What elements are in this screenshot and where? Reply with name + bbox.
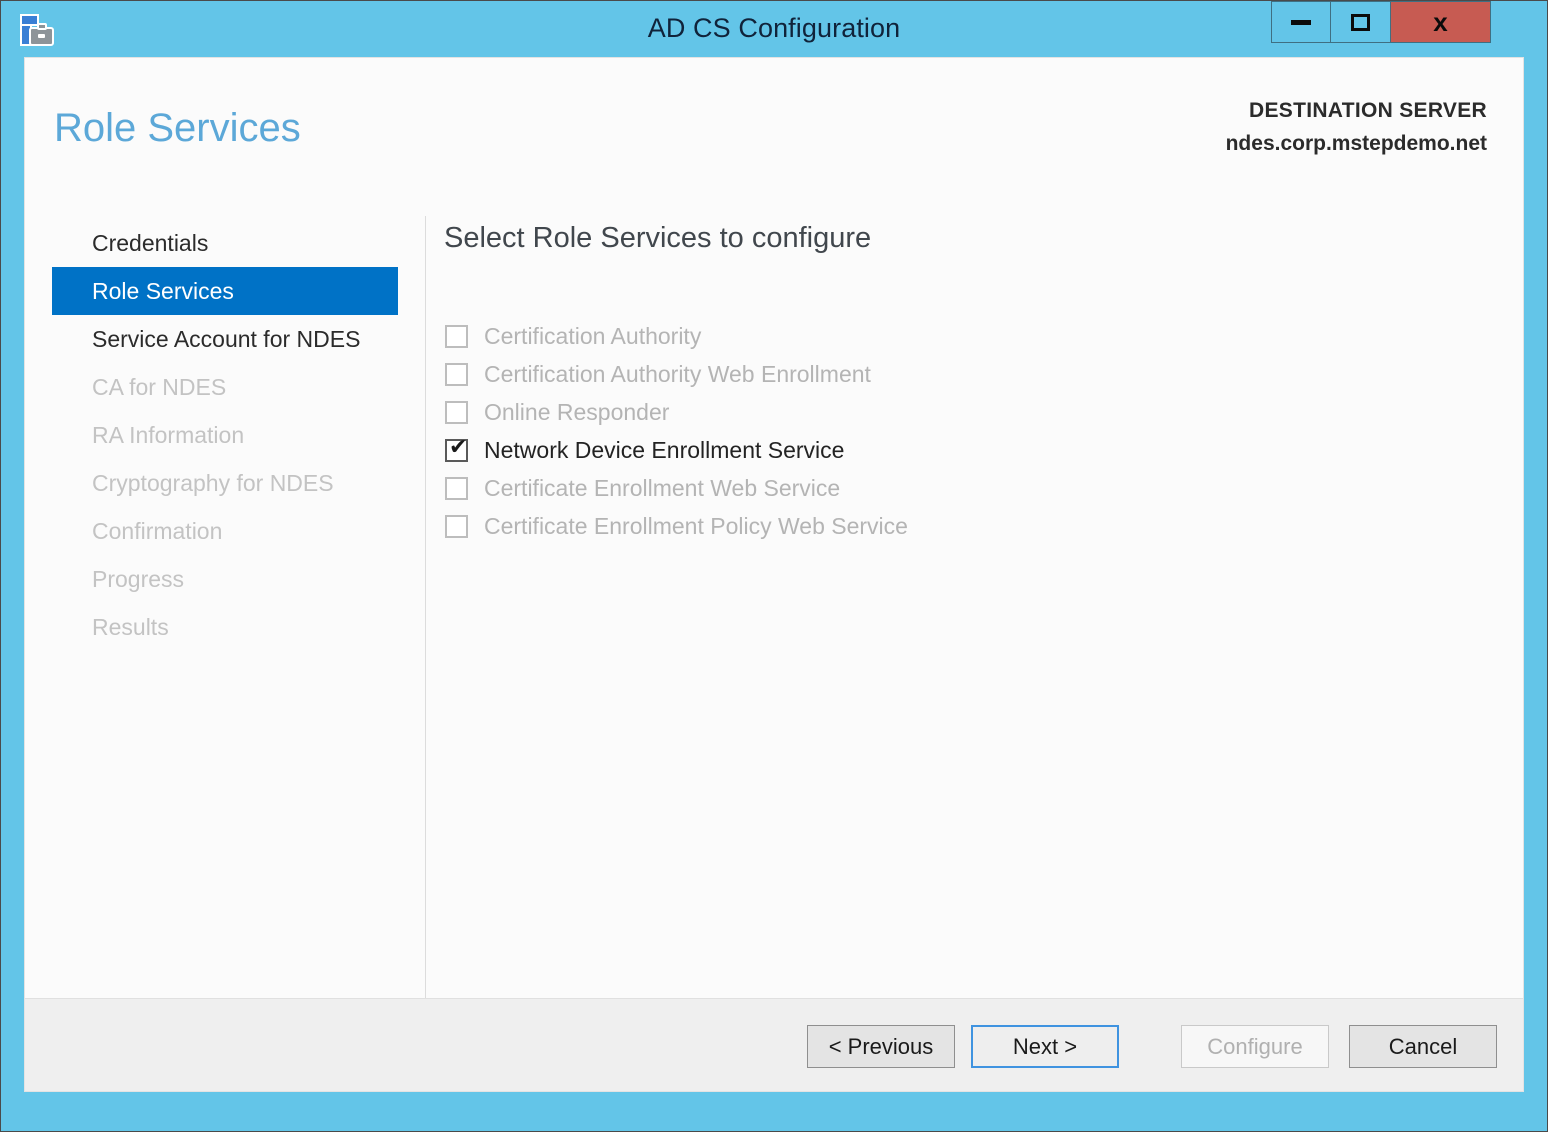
role-service-row[interactable]: ✔ Network Device Enrollment Service — [445, 431, 1145, 469]
sidebar-item-service-account-for-ndes[interactable]: Service Account for NDES — [52, 315, 402, 363]
role-service-label: Certificate Enrollment Policy Web Servic… — [484, 513, 908, 540]
destination-server-label: DESTINATION SERVER — [1226, 99, 1487, 123]
destination-server-name: ndes.corp.mstepdemo.net — [1226, 132, 1487, 156]
wizard-panel: Role Services DESTINATION SERVER ndes.co… — [24, 57, 1524, 1092]
role-service-label: Online Responder — [484, 399, 669, 426]
checkbox-certification-authority-web-enrollment[interactable] — [445, 363, 468, 386]
close-button[interactable]: x — [1391, 1, 1491, 43]
sidebar-content-divider — [425, 216, 426, 1049]
next-button[interactable]: Next > — [971, 1025, 1119, 1068]
role-service-label: Network Device Enrollment Service — [484, 437, 844, 464]
cancel-button[interactable]: Cancel — [1349, 1025, 1497, 1068]
footer-button-group: < Previous Next > Configure Cancel — [807, 1025, 1497, 1068]
role-service-row[interactable]: Certificate Enrollment Web Service — [445, 469, 1145, 507]
role-service-row[interactable]: Certification Authority Web Enrollment — [445, 355, 1145, 393]
sidebar-item-credentials[interactable]: Credentials — [52, 219, 402, 267]
sidebar-item-progress: Progress — [52, 555, 402, 603]
minimize-icon — [1291, 20, 1311, 25]
checkbox-network-device-enrollment-service[interactable]: ✔ — [445, 439, 468, 462]
sidebar-item-cryptography-for-ndes: Cryptography for NDES — [52, 459, 402, 507]
sidebar-item-confirmation: Confirmation — [52, 507, 402, 555]
role-services-list: Certification Authority Certification Au… — [445, 317, 1145, 545]
maximize-icon — [1351, 14, 1370, 31]
sidebar-item-ra-information: RA Information — [52, 411, 402, 459]
page-title: Role Services — [54, 106, 301, 151]
checkmark-icon: ✔ — [449, 437, 467, 459]
role-service-label: Certification Authority Web Enrollment — [484, 361, 871, 388]
checkbox-certificate-enrollment-web-service[interactable] — [445, 477, 468, 500]
content-heading: Select Role Services to configure — [444, 222, 871, 255]
wizard-footer: < Previous Next > Configure Cancel — [25, 998, 1523, 1091]
maximize-button[interactable] — [1331, 1, 1391, 43]
previous-button[interactable]: < Previous — [807, 1025, 955, 1068]
role-service-label: Certification Authority — [484, 323, 701, 350]
checkbox-certificate-enrollment-policy-web-service[interactable] — [445, 515, 468, 538]
sidebar-item-results: Results — [52, 603, 402, 651]
title-bar: AD CS Configuration x — [1, 1, 1547, 59]
checkbox-online-responder[interactable] — [445, 401, 468, 424]
destination-server-block: DESTINATION SERVER ndes.corp.mstepdemo.n… — [1226, 99, 1487, 156]
minimize-button[interactable] — [1271, 1, 1331, 43]
role-service-label: Certificate Enrollment Web Service — [484, 475, 840, 502]
ad-cs-configuration-window: AD CS Configuration x Role Services DEST… — [0, 0, 1548, 1132]
role-service-row[interactable]: Online Responder — [445, 393, 1145, 431]
content-area: Select Role Services to configure Certif… — [444, 213, 1503, 1071]
role-service-row[interactable]: Certificate Enrollment Policy Web Servic… — [445, 507, 1145, 545]
configure-button: Configure — [1181, 1025, 1329, 1068]
sidebar-item-role-services[interactable]: Role Services — [52, 267, 398, 315]
role-service-row[interactable]: Certification Authority — [445, 317, 1145, 355]
window-controls: x — [1271, 1, 1491, 44]
wizard-steps-nav: Credentials Role Services Service Accoun… — [52, 219, 402, 651]
checkbox-certification-authority[interactable] — [445, 325, 468, 348]
sidebar-item-ca-for-ndes: CA for NDES — [52, 363, 402, 411]
